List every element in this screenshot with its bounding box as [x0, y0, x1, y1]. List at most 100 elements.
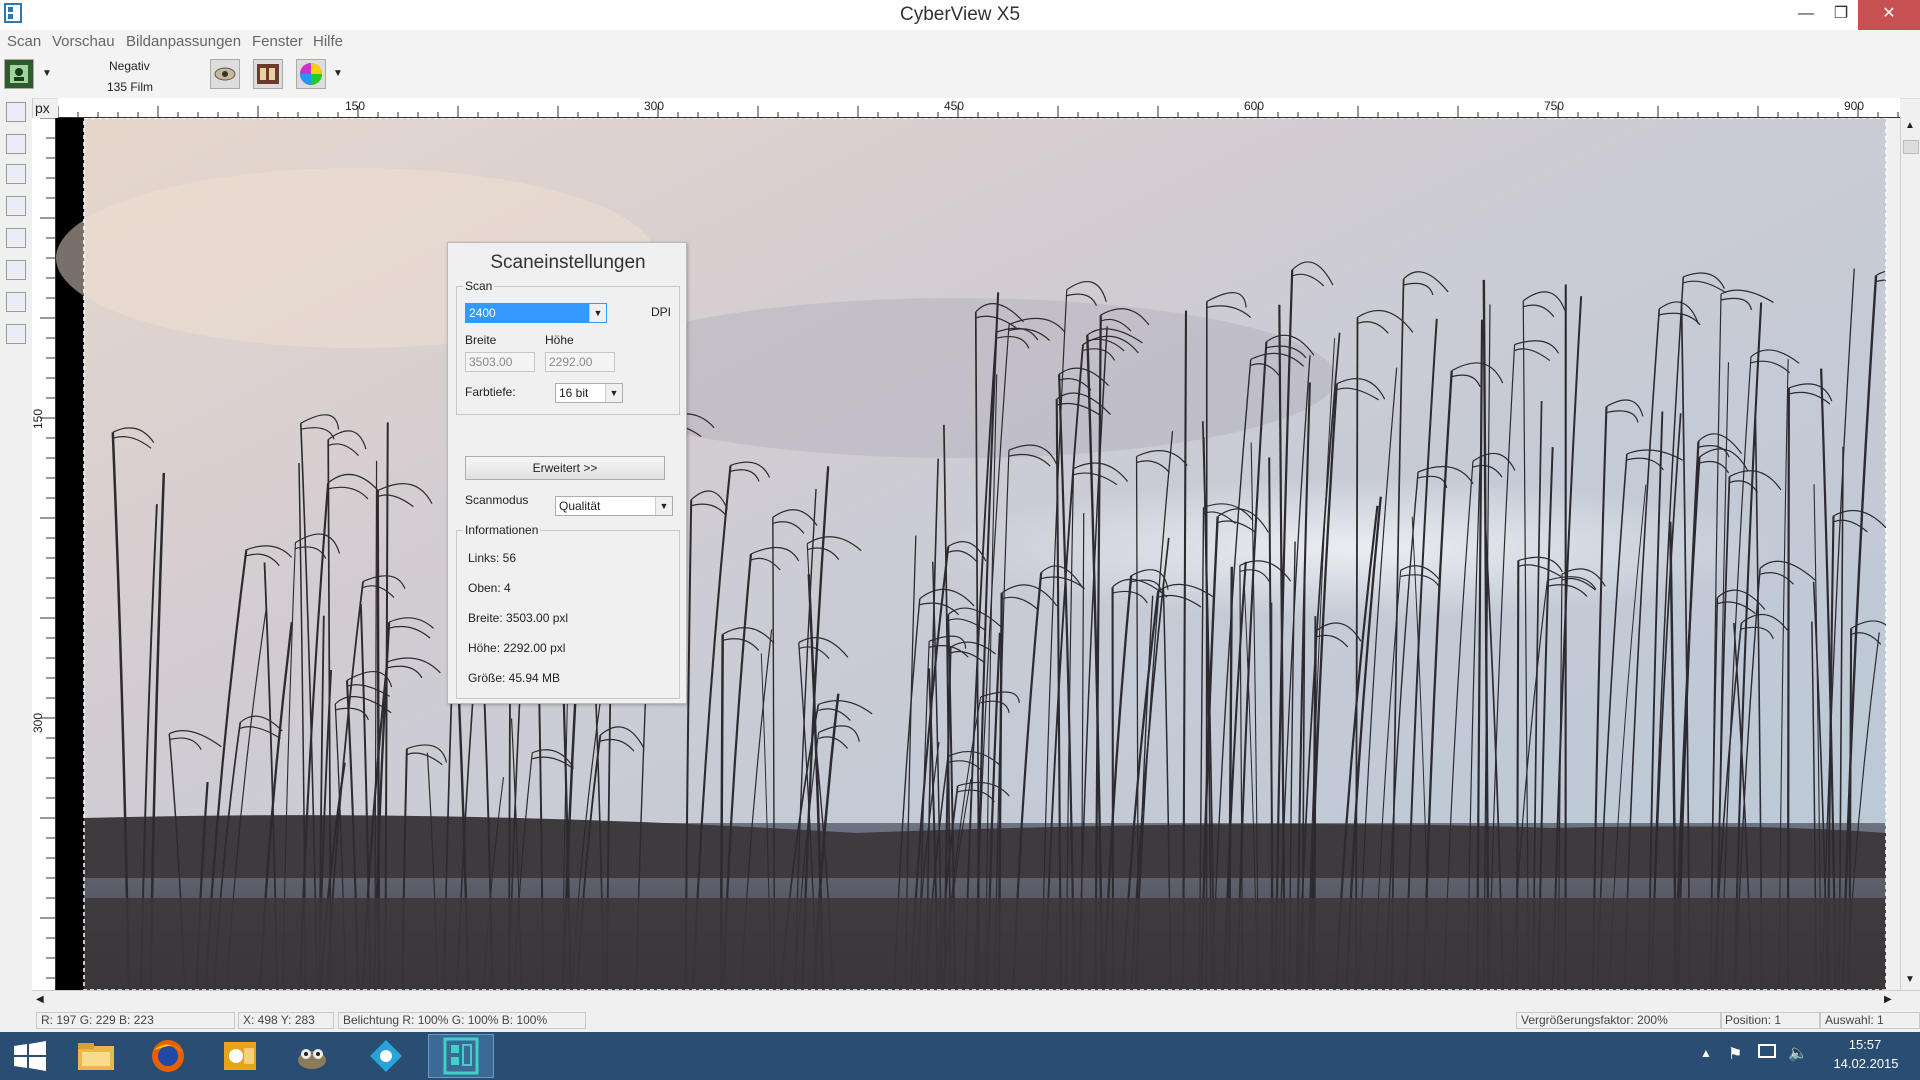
film-strip-icon	[257, 64, 279, 84]
ruler-left: 150 300	[31, 118, 56, 990]
tray-network-icon[interactable]	[1758, 1044, 1776, 1058]
vertical-scroll-thumb[interactable]	[1903, 140, 1919, 154]
firefox-task[interactable]	[146, 1036, 190, 1076]
color-wheel-button[interactable]	[296, 59, 326, 89]
scan-mode-dropdown[interactable]: Qualität ▼	[555, 496, 673, 516]
tray-date[interactable]: 14.02.2015	[1826, 1056, 1906, 1071]
tray-flag-icon[interactable]: ⚑	[1728, 1044, 1742, 1064]
film-format-label: 135 Film	[107, 80, 154, 94]
ruler-left-tick-label: 300	[31, 712, 46, 734]
scan-preview-image[interactable]	[56, 118, 1900, 990]
app-task-icon	[370, 1040, 402, 1072]
scroll-right-icon[interactable]: ▶	[1884, 994, 1892, 1005]
width-label: Breite	[465, 333, 497, 347]
scanner-button[interactable]	[4, 59, 34, 89]
dpi-dropdown[interactable]: 2400 ▼	[465, 303, 607, 323]
cyberview-task[interactable]	[428, 1034, 494, 1078]
explorer-icon	[78, 1043, 114, 1070]
color-depth-label: Farbtiefe:	[465, 385, 516, 399]
explorer-task[interactable]	[74, 1036, 118, 1076]
info-left: Links: 56	[468, 551, 517, 565]
horizontal-scrollbar[interactable]: ◀ ▶	[32, 990, 1920, 1011]
app-task[interactable]	[364, 1036, 408, 1076]
title-bar: CyberView X5 — ❐ ✕	[0, 0, 1920, 30]
menu-hilfe[interactable]: Hilfe	[313, 33, 343, 50]
outlook-icon	[224, 1042, 256, 1070]
info-top: Oben: 4	[468, 581, 511, 595]
scanner-dropdown-icon[interactable]: ▼	[42, 68, 52, 79]
info-group-label: Informationen	[465, 523, 539, 537]
ruler-left-tick-label: 150	[31, 408, 46, 430]
ruler-top-tick-label: 450	[944, 99, 965, 113]
menu-bar: Scan Vorschau Bildanpassungen Fenster Hi…	[0, 30, 1920, 52]
width-field[interactable]: 3503.00	[465, 352, 535, 372]
film-strip-button[interactable]	[253, 59, 283, 89]
info-height: Höhe: 2292.00 pxl	[468, 641, 566, 655]
firefox-icon	[152, 1040, 184, 1072]
dpi-unit-label: DPI	[651, 305, 672, 319]
outlook-task[interactable]	[218, 1036, 262, 1076]
film-type-label: Negativ	[109, 59, 150, 73]
window-title: CyberView X5	[899, 4, 1021, 25]
gimp-task[interactable]	[290, 1036, 334, 1076]
scroll-down-icon[interactable]: ▼	[1905, 974, 1915, 985]
select-tool-icon[interactable]	[6, 102, 26, 122]
windows-start-button[interactable]	[8, 1036, 52, 1076]
close-button[interactable]: ✕	[1858, 0, 1920, 30]
color-wheel-icon	[300, 63, 322, 85]
scroll-left-icon[interactable]: ◀	[36, 994, 44, 1005]
menu-scan[interactable]: Scan	[7, 33, 41, 50]
chevron-down-icon: ▼	[589, 304, 606, 322]
menu-fenster[interactable]: Fenster	[252, 33, 303, 50]
flip-horizontal-icon[interactable]	[6, 260, 26, 280]
left-toolbar	[0, 98, 33, 1010]
ruler-top: 150 300 450 600 750 900	[58, 98, 1900, 118]
tray-show-hidden-icon[interactable]: ▲	[1700, 1046, 1712, 1060]
ruler-left-ticks	[40, 118, 56, 979]
status-zoom: Vergrößerungsfaktor: 200%	[1516, 1012, 1722, 1029]
eye-icon	[214, 67, 236, 81]
info-size: Größe: 45.94 MB	[468, 671, 561, 685]
flip-vertical-icon[interactable]	[6, 292, 26, 312]
scan-mode-label: Scanmodus	[465, 493, 529, 507]
dpi-value: 2400	[469, 306, 496, 320]
reset-icon[interactable]	[6, 324, 26, 344]
scroll-up-icon[interactable]: ▲	[1905, 120, 1915, 131]
tray-time[interactable]: 15:57	[1830, 1037, 1900, 1052]
rotate-right-icon[interactable]	[6, 228, 26, 248]
menu-bildanpassungen[interactable]: Bildanpassungen	[126, 33, 241, 50]
rotate-left-icon[interactable]	[6, 196, 26, 216]
zoom-in-icon[interactable]	[6, 134, 26, 154]
windows-start-icon	[14, 1041, 46, 1071]
scan-mode-value: Qualität	[559, 499, 601, 513]
vertical-scrollbar[interactable]: ▲ ▼	[1900, 118, 1920, 990]
status-bar: R: 197 G: 229 B: 223 X: 498 Y: 283 Belic…	[0, 1010, 1920, 1032]
height-field[interactable]: 2292.00	[545, 352, 615, 372]
color-dropdown-icon[interactable]: ▼	[333, 68, 343, 79]
ruler-top-tick-label: 300	[644, 99, 665, 113]
ruler-unit: px	[35, 100, 50, 116]
color-depth-dropdown[interactable]: 16 bit ▼	[555, 383, 623, 403]
close-icon: ✕	[1882, 5, 1896, 22]
status-exposure: Belichtung R: 100% G: 100% B: 100%	[338, 1012, 586, 1029]
color-depth-value: 16 bit	[559, 386, 589, 400]
minimize-icon: —	[1798, 5, 1814, 22]
dialog-title: Scaneinstellungen	[490, 252, 646, 273]
chevron-down-icon: ▼	[605, 384, 622, 402]
ruler-top-tick-label: 150	[345, 99, 366, 113]
tray-volume-icon[interactable]: 🔈	[1788, 1043, 1808, 1063]
chevron-down-icon: ▼	[655, 497, 672, 515]
scan-settings-dialog: Scaneinstellungen Scan 2400 ▼ DPI Breite…	[447, 242, 687, 704]
preview-eye-button[interactable]	[210, 59, 240, 89]
advanced-button[interactable]: Erweitert >>	[465, 456, 665, 480]
toolbar: ▼ Negativ 135 Film ▼	[0, 52, 1920, 99]
menu-vorschau[interactable]: Vorschau	[52, 33, 115, 50]
taskbar: ▲ ⚑ 🔈 15:57 14.02.2015	[0, 1032, 1920, 1080]
maximize-icon: ❐	[1833, 5, 1849, 22]
preview-photo	[56, 118, 1900, 990]
ruler-top-tick-label: 900	[1844, 99, 1865, 113]
status-selection: Auswahl: 1	[1820, 1012, 1920, 1029]
ruler-top-ticks	[58, 106, 1899, 118]
zoom-out-icon[interactable]	[6, 164, 26, 184]
status-coordinates: X: 498 Y: 283	[238, 1012, 334, 1029]
